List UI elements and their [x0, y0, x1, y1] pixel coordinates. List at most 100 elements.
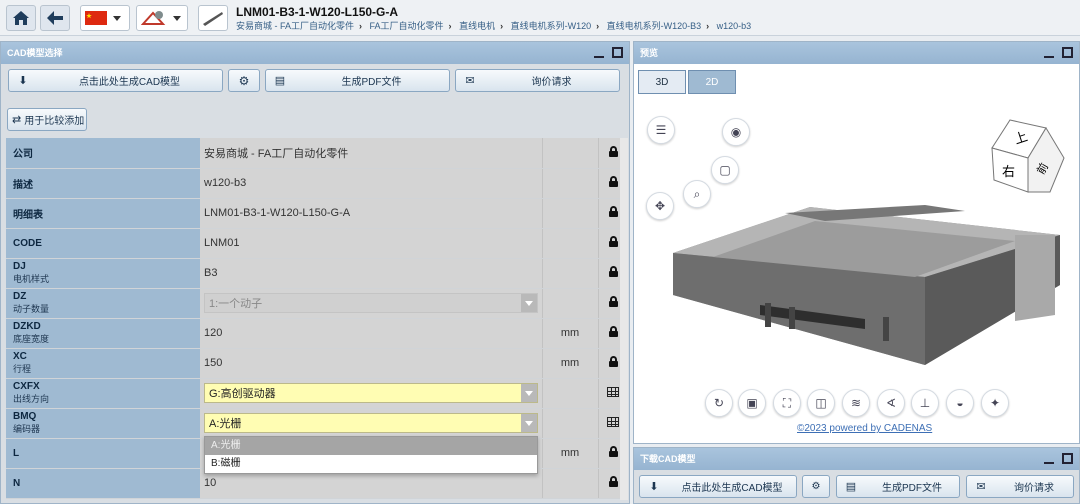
panel-title: CAD模型选择	[7, 48, 63, 58]
list-icon[interactable]: ☰	[647, 116, 675, 144]
breadcrumb-item[interactable]: 直线电机	[459, 21, 495, 31]
property-key-cell: 明细表	[6, 198, 200, 229]
lock-icon[interactable]	[608, 176, 618, 187]
property-select-value: A:光栅	[209, 418, 242, 430]
china-flag-icon	[85, 11, 107, 25]
minimize-icon[interactable]	[594, 56, 604, 58]
property-select[interactable]: A:光栅	[204, 413, 538, 433]
property-key-cell: BMQ 编码器	[6, 408, 200, 439]
chevron-down-icon	[113, 15, 121, 21]
property-key-cell: DZ 动子数量	[6, 288, 200, 319]
property-value: LNM01	[204, 237, 240, 249]
property-unit	[541, 258, 598, 289]
minimize-icon[interactable]	[1044, 462, 1054, 464]
toggle-3d[interactable]: 3D	[638, 70, 686, 94]
property-row: CODE LNM01	[6, 228, 628, 259]
home-button[interactable]	[6, 5, 36, 31]
property-select: 1:一个动子	[204, 293, 538, 313]
panel-title: 下载CAD模型	[640, 454, 696, 464]
minimize-icon[interactable]	[1044, 56, 1054, 58]
property-value-cell: G:高创驱动器	[200, 378, 542, 409]
lock-icon[interactable]	[608, 266, 618, 277]
lock-icon[interactable]	[608, 236, 618, 247]
view-cube[interactable]: 上 右 前	[988, 118, 1070, 200]
property-unit: mm	[541, 438, 598, 469]
breadcrumb-item[interactable]: w120-b3	[717, 21, 752, 31]
property-value: 120	[204, 327, 223, 339]
panel-header: CAD模型选择	[1, 42, 629, 64]
rotate-icon[interactable]: ↻	[705, 389, 733, 417]
chevron-down-icon	[173, 15, 181, 21]
inquiry-button[interactable]: ✉ 询价请求	[455, 69, 620, 92]
property-row: 明细表 LNM01-B3-1-W120-L150-G-A	[6, 198, 628, 229]
axes-icon[interactable]: ⊥	[911, 389, 939, 417]
breadcrumb-item[interactable]: 安易商城 - FA工厂自动化零件	[236, 21, 354, 31]
add-to-compare-button[interactable]: ⇄ 用于比较添加	[7, 108, 87, 131]
property-key: XC	[13, 351, 27, 362]
back-button[interactable]	[40, 5, 70, 31]
scrollbar[interactable]	[620, 138, 628, 500]
property-value-cell: 安易商城 - FA工厂自动化零件	[200, 138, 542, 169]
settings-button[interactable]: ⚙	[228, 69, 260, 92]
table-icon[interactable]	[607, 416, 620, 427]
page-title: LNM01-B3-1-W120-L150-G-A	[236, 5, 399, 19]
property-value-cell: A:光栅	[200, 408, 542, 439]
property-unit	[541, 168, 598, 199]
download-inquiry-button[interactable]: ✉ 询价请求	[966, 475, 1074, 498]
property-value-cell: 1:一个动子	[200, 288, 542, 319]
property-key-cell: DZKD 底座宽度	[6, 318, 200, 349]
maximize-icon[interactable]	[1062, 453, 1073, 464]
table-icon[interactable]	[607, 386, 620, 397]
copyright-link[interactable]: ©2023 powered by CADENAS	[797, 423, 932, 434]
lock-icon[interactable]	[608, 206, 618, 217]
lock-icon[interactable]	[608, 296, 618, 307]
pdf-icon: ▤	[274, 75, 286, 87]
lock-icon[interactable]	[608, 446, 618, 457]
download-generate-cad-button[interactable]: ⬇ 点击此处生成CAD模型	[639, 475, 797, 498]
cube-icon[interactable]: ▢	[711, 156, 739, 184]
fit-view-icon[interactable]: ⛶	[773, 389, 801, 417]
property-key-cell: 描述	[6, 168, 200, 199]
download-pdf-button[interactable]: ▤ 生成PDF文件	[836, 475, 960, 498]
property-subkey: 电机样式	[13, 274, 50, 284]
property-unit	[541, 228, 598, 259]
property-select[interactable]: G:高创驱动器	[204, 383, 538, 403]
lock-icon[interactable]	[608, 145, 618, 157]
generate-pdf-button[interactable]: ▤ 生成PDF文件	[265, 69, 450, 92]
cylinder-view-icon[interactable]: ◉	[722, 118, 750, 146]
dropdown-option[interactable]: A:光栅	[205, 437, 537, 455]
dropdown-option[interactable]: B:磁栅	[205, 455, 537, 473]
property-key: DZKD	[13, 321, 41, 332]
unit-selector[interactable]	[136, 5, 188, 31]
breadcrumb-item[interactable]: 直线电机系列-W120-B3	[607, 21, 702, 31]
explode-icon[interactable]: ✦	[981, 389, 1009, 417]
download-settings-button[interactable]: ⚙	[802, 475, 830, 498]
breadcrumb-item[interactable]: 直线电机系列-W120	[511, 21, 592, 31]
chevron-down-icon	[521, 414, 537, 432]
iso-view-icon[interactable]: ◫	[807, 389, 835, 417]
download-icon: ⬇	[649, 481, 659, 493]
property-row: DZ 动子数量 1:一个动子	[6, 288, 628, 319]
download-inquiry-label: 询价请求	[1014, 483, 1054, 494]
layers-icon[interactable]: ≋	[842, 389, 870, 417]
generate-cad-button[interactable]: ⬇ 点击此处生成CAD模型	[8, 69, 223, 92]
breadcrumb-item[interactable]: FA工厂自动化零件	[370, 21, 444, 31]
lock-icon[interactable]	[608, 476, 618, 487]
toggle-2d[interactable]: 2D	[688, 70, 736, 94]
shaded-view-icon[interactable]: ▣	[738, 389, 766, 417]
property-key-cell: CXFX 出线方向	[6, 378, 200, 409]
product-thumbnail[interactable]	[198, 5, 228, 31]
property-unit	[541, 198, 598, 229]
cylinder-icon[interactable]: ◒	[946, 389, 974, 417]
measure-angle-icon[interactable]: ∢	[877, 389, 905, 417]
lock-icon[interactable]	[608, 356, 618, 367]
property-subkey: 出线方向	[13, 394, 50, 404]
maximize-icon[interactable]	[612, 47, 623, 58]
maximize-icon[interactable]	[1062, 47, 1073, 58]
property-unit: mm	[541, 318, 598, 349]
gear-file-icon: ⚙	[238, 73, 250, 88]
linear-motor-3d-model	[673, 205, 1060, 365]
lock-icon[interactable]	[608, 326, 618, 337]
language-selector[interactable]	[80, 5, 130, 31]
pdf-icon: ▤	[845, 481, 857, 493]
